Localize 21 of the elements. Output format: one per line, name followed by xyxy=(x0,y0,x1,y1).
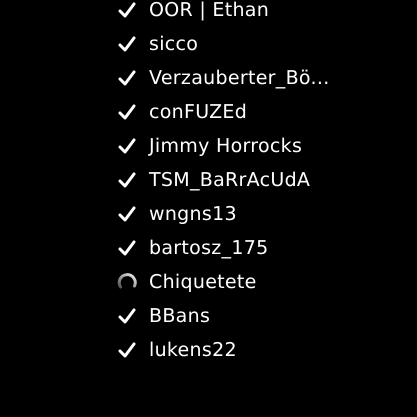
checkmark-icon xyxy=(117,34,137,54)
player-name: Chiquetete xyxy=(149,271,257,293)
checkmark-icon xyxy=(117,204,137,224)
checkmark-icon xyxy=(117,170,137,190)
checkmark-icon xyxy=(117,306,137,326)
player-name: TSM_BaRrAcUdA xyxy=(149,169,310,191)
player-name: OOR | Ethan xyxy=(149,0,270,21)
player-name: Verzauberter_Bö... xyxy=(149,67,330,89)
player-name: bartosz_175 xyxy=(149,237,269,259)
checkmark-icon xyxy=(117,102,137,122)
checkmark-icon xyxy=(117,238,137,258)
checkmark-icon xyxy=(117,0,137,20)
player-name: BBans xyxy=(149,305,210,327)
player-name: sicco xyxy=(149,33,198,55)
player-name: lukens22 xyxy=(149,339,237,361)
player-name: conFUZEd xyxy=(149,101,248,123)
checkmark-icon xyxy=(117,340,137,360)
player-name: Jimmy Horrocks xyxy=(149,135,302,157)
checkmark-icon xyxy=(117,136,137,156)
checkmark-icon xyxy=(117,68,137,88)
player-name: wngns13 xyxy=(149,203,237,225)
